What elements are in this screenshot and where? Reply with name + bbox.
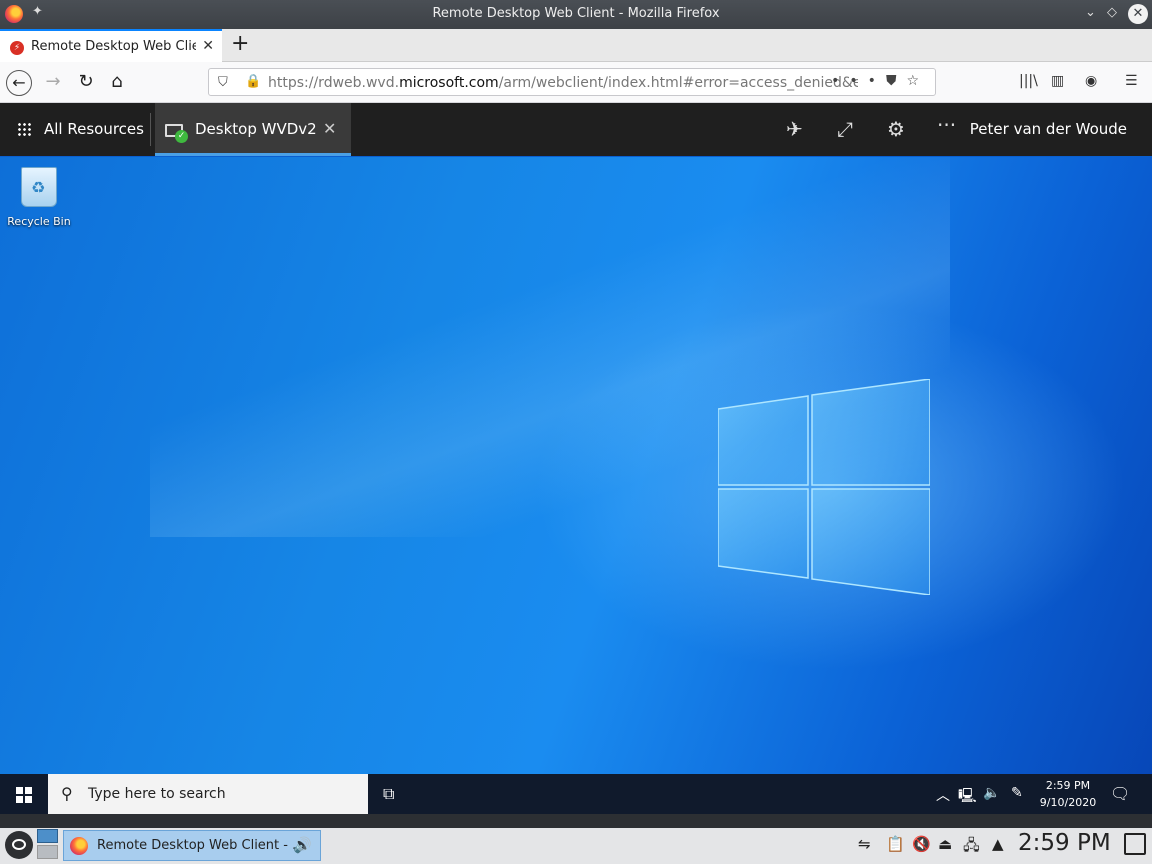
minimize-button[interactable]: ⌄ [1085, 5, 1096, 20]
recycle-bin-shortcut[interactable]: ♻ Recycle Bin [6, 167, 72, 228]
connect-icon[interactable]: ⇋ [858, 835, 871, 853]
taskbar-entry-label: Remote Desktop Web Client - ... [97, 838, 305, 853]
firefox-title-bar: ✦ Remote Desktop Web Client - Mozilla Fi… [0, 0, 1152, 29]
maximize-button[interactable]: ◇ [1107, 5, 1117, 20]
hamburger-menu-icon[interactable]: ☰ [1125, 73, 1138, 89]
muted-volume-icon[interactable]: 🔇 [912, 835, 931, 853]
rd-favicon-icon: ⚡ [10, 41, 24, 55]
star-icon[interactable]: ☆ [906, 73, 929, 89]
volume-icon[interactable]: 🔈 [983, 785, 1000, 801]
recycle-bin-icon: ♻ [21, 167, 57, 207]
window-close-button[interactable]: ✕ [1128, 4, 1148, 24]
forward-button[interactable]: → [40, 70, 66, 96]
account-icon[interactable]: ◉ [1085, 73, 1097, 89]
navigation-toolbar: ← → ↻ ⌂ ⛉ 🔒 https://rdweb.wvd.microsoft.… [0, 62, 1152, 103]
more-options-icon[interactable]: ··· [937, 113, 956, 137]
windows-wallpaper-logo [718, 379, 930, 595]
connected-check-icon: ✓ [175, 130, 188, 143]
search-icon: ⚲ [61, 784, 73, 803]
audio-playing-icon[interactable]: 🔊 [293, 836, 312, 854]
grid-icon [17, 122, 31, 136]
tracking-shield-icon[interactable]: ⛉ [218, 75, 228, 90]
header-divider [150, 113, 151, 146]
network-wired-icon[interactable]: 🖧 [963, 835, 980, 860]
network-icon[interactable]: 🖳 [958, 785, 977, 809]
url-prefix: https://rdweb.wvd. [268, 75, 400, 91]
fullscreen-icon[interactable]: ⤢ [837, 117, 853, 141]
notifications-icon[interactable]: 🗨 [1110, 784, 1130, 803]
show-hidden-icons-icon[interactable]: ︿ [936, 785, 950, 805]
sidebar-icon[interactable]: ▥ [1051, 73, 1064, 89]
settings-gear-icon[interactable]: ⚙ [887, 117, 905, 141]
session-close-icon[interactable]: ✕ [323, 119, 336, 138]
more-dots-icon[interactable]: ••• [831, 73, 886, 89]
tab-strip: ⚡ Remote Desktop Web Client ✕ + [0, 29, 1152, 62]
lock-icon[interactable]: 🔒 [245, 74, 261, 89]
windows-taskbar: ⚲ Type here to search ⧉ ︿ 🖳 🔈 ✎ 2:59 PM … [0, 774, 1152, 814]
firefox-icon [70, 837, 88, 855]
windows-clock-time: 2:59 PM [1045, 779, 1091, 792]
usb-icon[interactable]: ⏏ [938, 835, 952, 853]
reload-button[interactable]: ↻ [73, 70, 99, 96]
tab-close-icon[interactable]: ✕ [202, 38, 214, 54]
rd-client-header: All Resources ✓ Desktop WVDv2 ✕ ✈ ⤢ ⚙ ··… [0, 103, 1152, 156]
pocket-icon[interactable]: ⛊ [886, 73, 907, 89]
session-tab[interactable]: ✓ Desktop WVDv2 ✕ [155, 103, 351, 156]
url-domain: microsoft.com [399, 75, 499, 91]
session-tab-label: Desktop WVDv2 [195, 120, 317, 138]
expand-tray-icon[interactable]: ▲ [992, 835, 1004, 853]
recycle-bin-label: Recycle Bin [7, 215, 71, 228]
task-view-icon[interactable]: ⧉ [383, 784, 394, 804]
app-launcher-icon[interactable] [5, 831, 33, 859]
virtual-desktop-pager[interactable] [37, 829, 59, 859]
new-tab-button[interactable]: + [231, 32, 249, 56]
url-bar[interactable]: ⛉ 🔒 https://rdweb.wvd.microsoft.com/arm/… [208, 68, 936, 96]
back-button[interactable]: ← [6, 70, 32, 96]
show-desktop-icon[interactable] [1124, 833, 1146, 855]
windows-search-box[interactable]: ⚲ Type here to search [48, 774, 368, 814]
clipboard-icon[interactable]: 📋 [886, 835, 905, 853]
tab-label: Remote Desktop Web Client [31, 39, 196, 54]
desktop-2[interactable] [37, 845, 58, 859]
host-panel: Remote Desktop Web Client - ... 🔊 ⇋ 📋 🔇 … [0, 814, 1152, 864]
unpin-icon[interactable]: ✈ [786, 117, 803, 141]
search-placeholder: Type here to search [88, 786, 226, 802]
windows-clock[interactable]: 2:59 PM 9/10/2020 [1030, 777, 1106, 811]
user-name[interactable]: Peter van der Woude [970, 120, 1127, 138]
taskbar-entry-firefox[interactable]: Remote Desktop Web Client - ... 🔊 [63, 830, 321, 861]
url-suffix: /arm/webclient/index.html#error=access_d… [498, 75, 858, 91]
all-resources-label: All Resources [44, 120, 144, 138]
pen-icon[interactable]: ✎ [1011, 785, 1023, 801]
windows-start-button[interactable] [0, 774, 48, 814]
home-button[interactable]: ⌂ [104, 70, 130, 96]
url-text[interactable]: https://rdweb.wvd.microsoft.com/arm/webc… [268, 75, 858, 91]
library-icon[interactable]: |||\ [1019, 73, 1038, 89]
tab-remote-desktop[interactable]: ⚡ Remote Desktop Web Client ✕ [0, 29, 222, 62]
windows-clock-date: 9/10/2020 [1039, 796, 1097, 809]
window-title: Remote Desktop Web Client - Mozilla Fire… [432, 6, 720, 21]
desktop-1[interactable] [37, 829, 58, 843]
remote-desktop-canvas[interactable]: ♻ Recycle Bin [0, 157, 1152, 774]
host-clock[interactable]: 2:59 PM [1018, 830, 1111, 856]
